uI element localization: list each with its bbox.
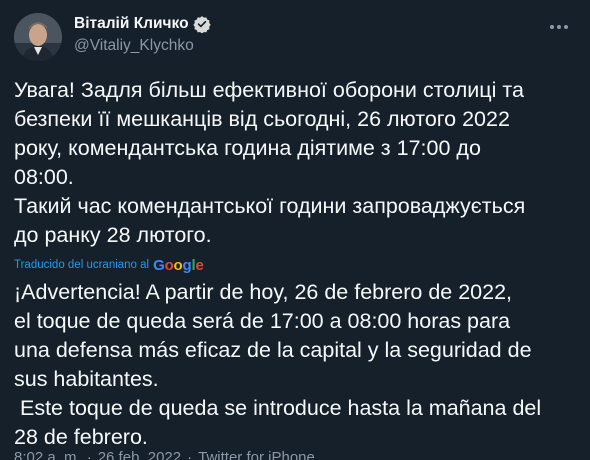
person-avatar-icon (14, 13, 62, 61)
meta-separator-2: · (187, 449, 193, 460)
translation-attribution: Traducido del ucraniano al Google (14, 256, 576, 274)
tweet-time[interactable]: 8:02 a. m. (14, 449, 81, 460)
translated-text: ¡Advertencia! A partir de hoy, 26 de feb… (14, 280, 542, 449)
tweet-source[interactable]: Twitter for iPhone (198, 449, 315, 460)
tweet-text: Увага! Задля більш ефективної оборони ст… (14, 78, 526, 247)
display-name[interactable]: Віталій Кличко (74, 15, 189, 33)
translation-label[interactable]: Traducido del ucraniano al (14, 259, 149, 271)
name-row: Віталій Кличко (74, 13, 211, 35)
more-horizontal-icon[interactable] (546, 18, 572, 36)
meta-separator: · (86, 449, 92, 460)
tweet-date[interactable]: 26 feb. 2022 (98, 449, 181, 460)
tweet-header: Віталій Кличко @Vitaliy_Klychko (14, 10, 576, 61)
author-names: Віталій Кличко @Vitaliy_Klychko (74, 13, 211, 57)
author-handle[interactable]: @Vitaliy_Klychko (74, 35, 211, 57)
tweet-card: Віталій Кличко @Vitaliy_Klychko Увага! З… (0, 0, 590, 460)
avatar[interactable] (14, 13, 62, 61)
verified-badge-icon (192, 15, 211, 34)
tweet-meta: 8:02 a. m. · 26 feb. 2022 · Twitter for iPho… (14, 448, 315, 460)
google-logo: Google (153, 256, 204, 274)
